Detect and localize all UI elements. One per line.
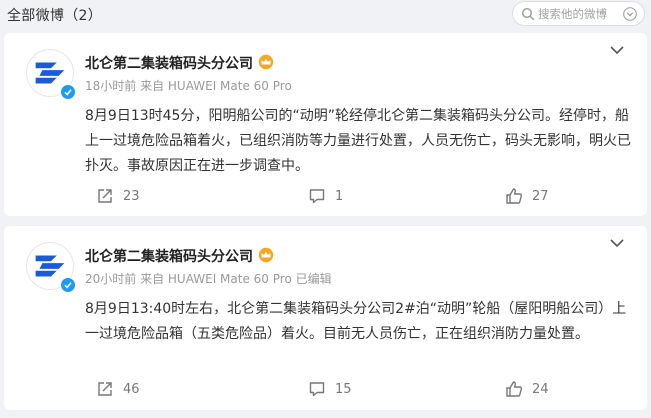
crown-icon — [258, 54, 274, 70]
like-icon — [506, 381, 523, 397]
post-content: 8月9日13:40时左右，北仑第二集装箱码头分公司2#泊“动明”轮船（屋阳明船公… — [85, 301, 627, 342]
comment-button[interactable]: 1 — [308, 181, 343, 211]
repost-button[interactable]: 46 — [96, 374, 140, 404]
search-icon — [521, 7, 535, 21]
username[interactable]: 北仑第二集装箱码头分公司 — [85, 246, 253, 266]
verified-icon — [60, 277, 76, 293]
chevron-down-icon[interactable] — [623, 7, 637, 21]
crown-icon — [258, 247, 274, 263]
more-icon[interactable] — [608, 43, 626, 57]
like-icon — [506, 188, 523, 204]
post-card: 北仑第二集装箱码头分公司 18小时前 来自 HUAWEI Mate 60 Pro… — [4, 33, 647, 216]
repost-count: 23 — [123, 188, 140, 204]
avatar[interactable] — [26, 242, 76, 293]
action-bar: 23 1 27 — [4, 181, 647, 211]
page-title: 全部微博（2） — [7, 8, 103, 24]
repost-icon — [98, 382, 112, 396]
username[interactable]: 北仑第二集装箱码头分公司 — [85, 53, 253, 73]
repost-count: 46 — [123, 381, 140, 397]
like-button[interactable]: 27 — [505, 181, 549, 211]
avatar[interactable] — [26, 49, 76, 100]
post-content: 8月9日13时45分，阳明船公司的“动明”轮经停北仑第二集装箱码头分公司。经停时… — [85, 108, 631, 174]
search-box[interactable] — [512, 1, 645, 26]
comment-icon — [309, 382, 325, 397]
comment-count: 15 — [335, 381, 352, 397]
repost-button[interactable]: 23 — [96, 181, 140, 211]
post-meta: 18小时前 来自 HUAWEI Mate 60 Pro — [85, 79, 292, 93]
post-card: 北仑第二集装箱码头分公司 20小时前 来自 HUAWEI Mate 60 Pro… — [4, 226, 647, 410]
verified-icon — [60, 84, 76, 100]
search-input[interactable] — [538, 5, 620, 22]
more-icon[interactable] — [608, 236, 626, 250]
post-meta: 20小时前 来自 HUAWEI Mate 60 Pro 已编辑 — [85, 272, 332, 286]
like-count: 27 — [532, 188, 549, 204]
comment-count: 1 — [335, 188, 344, 204]
comment-button[interactable]: 15 — [308, 374, 352, 404]
top-bar: 全部微博（2） — [0, 0, 651, 30]
comment-icon — [309, 189, 325, 204]
repost-icon — [98, 189, 112, 203]
action-bar: 46 15 24 — [4, 374, 647, 404]
like-count: 24 — [532, 381, 549, 397]
like-button[interactable]: 24 — [505, 374, 549, 404]
